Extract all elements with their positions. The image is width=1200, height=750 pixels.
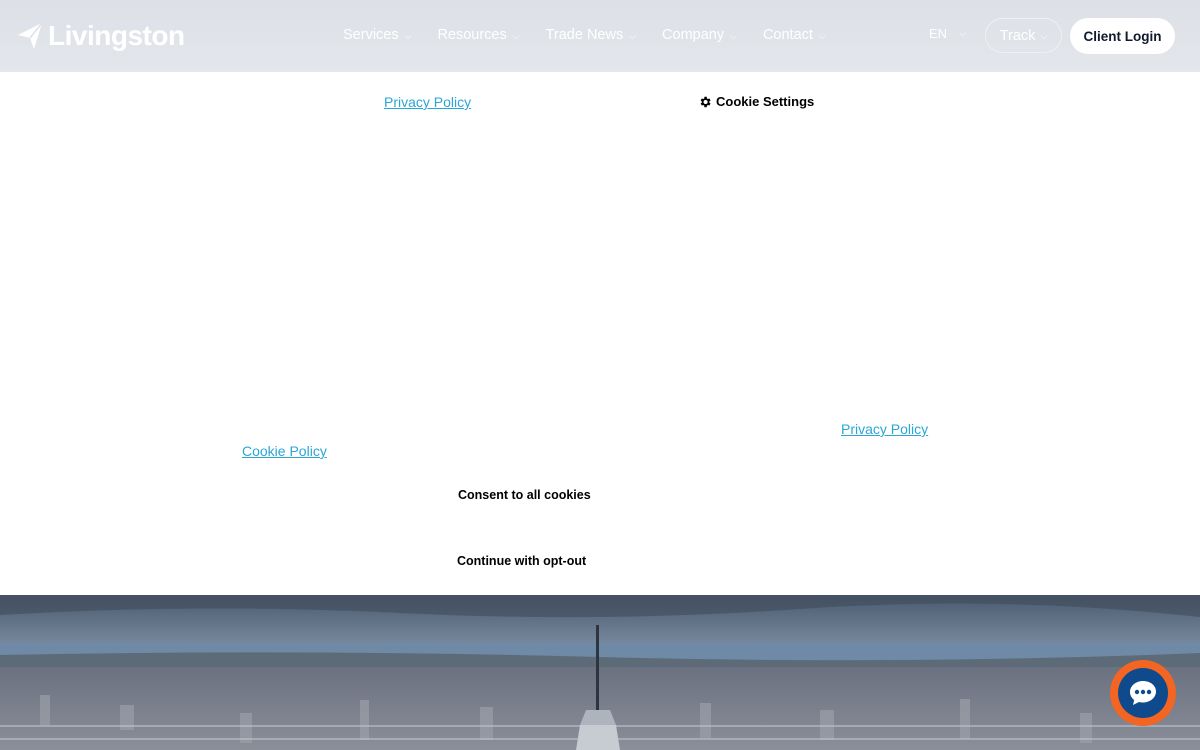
brand-logo[interactable]: Livingston <box>16 19 185 53</box>
chevron-down-icon: ⌵ <box>404 30 412 41</box>
chevron-down-icon: ⌵ <box>1040 31 1048 41</box>
nav-item-resources[interactable]: Resources ⌵ <box>437 24 519 46</box>
hero-city-image <box>0 595 1200 750</box>
nav-label: Resources <box>437 27 507 43</box>
gear-icon <box>698 95 712 109</box>
client-login-button[interactable]: Client Login <box>1070 18 1175 54</box>
chevron-down-icon: ⌵ <box>512 30 520 41</box>
chat-bubble-icon <box>1118 668 1168 718</box>
nav-item-trade-news[interactable]: Trade News ⌵ <box>546 24 636 46</box>
chevron-down-icon: ⌵ <box>629 30 637 41</box>
nav-item-contact[interactable]: Contact ⌵ <box>763 24 826 46</box>
nav-label: Contact <box>762 27 813 43</box>
chevron-down-icon: ⌵ <box>818 30 826 41</box>
cookie-settings-label: Cookie Settings <box>716 94 815 109</box>
nav-item-company[interactable]: Company ⌵ <box>662 24 737 46</box>
privacy-policy-link[interactable]: Privacy Policy <box>384 94 471 110</box>
chevron-down-icon: ⌵ <box>730 30 737 41</box>
chat-launcher-button[interactable] <box>1110 660 1176 726</box>
language-selector[interactable]: EN ⌵ <box>929 26 966 41</box>
privacy-policy-link-secondary[interactable]: Privacy Policy <box>841 421 928 437</box>
cookie-settings-button[interactable]: Cookie Settings <box>698 94 814 109</box>
nav-label: Company <box>662 27 725 43</box>
cookie-policy-link[interactable]: Cookie Policy <box>242 443 327 459</box>
nav-item-services[interactable]: Services ⌵ <box>343 24 411 46</box>
chevron-down-icon: ⌵ <box>959 28 966 38</box>
nav-label: Services <box>343 27 399 43</box>
language-label: EN <box>929 26 948 41</box>
main-nav: Services ⌵ Resources ⌵ Trade News ⌵ Comp… <box>343 24 826 46</box>
site-header: Livingston Services ⌵ Resources ⌵ Trade … <box>0 0 1200 72</box>
nav-label: Trade News <box>545 27 624 43</box>
paper-plane-icon <box>16 21 44 51</box>
brand-name: Livingston <box>48 20 185 51</box>
opt-out-button[interactable]: Continue with opt-out <box>457 554 586 568</box>
track-label: Track <box>999 27 1036 44</box>
track-button[interactable]: Track ⌵ <box>985 18 1062 53</box>
consent-all-button[interactable]: Consent to all cookies <box>458 488 591 502</box>
